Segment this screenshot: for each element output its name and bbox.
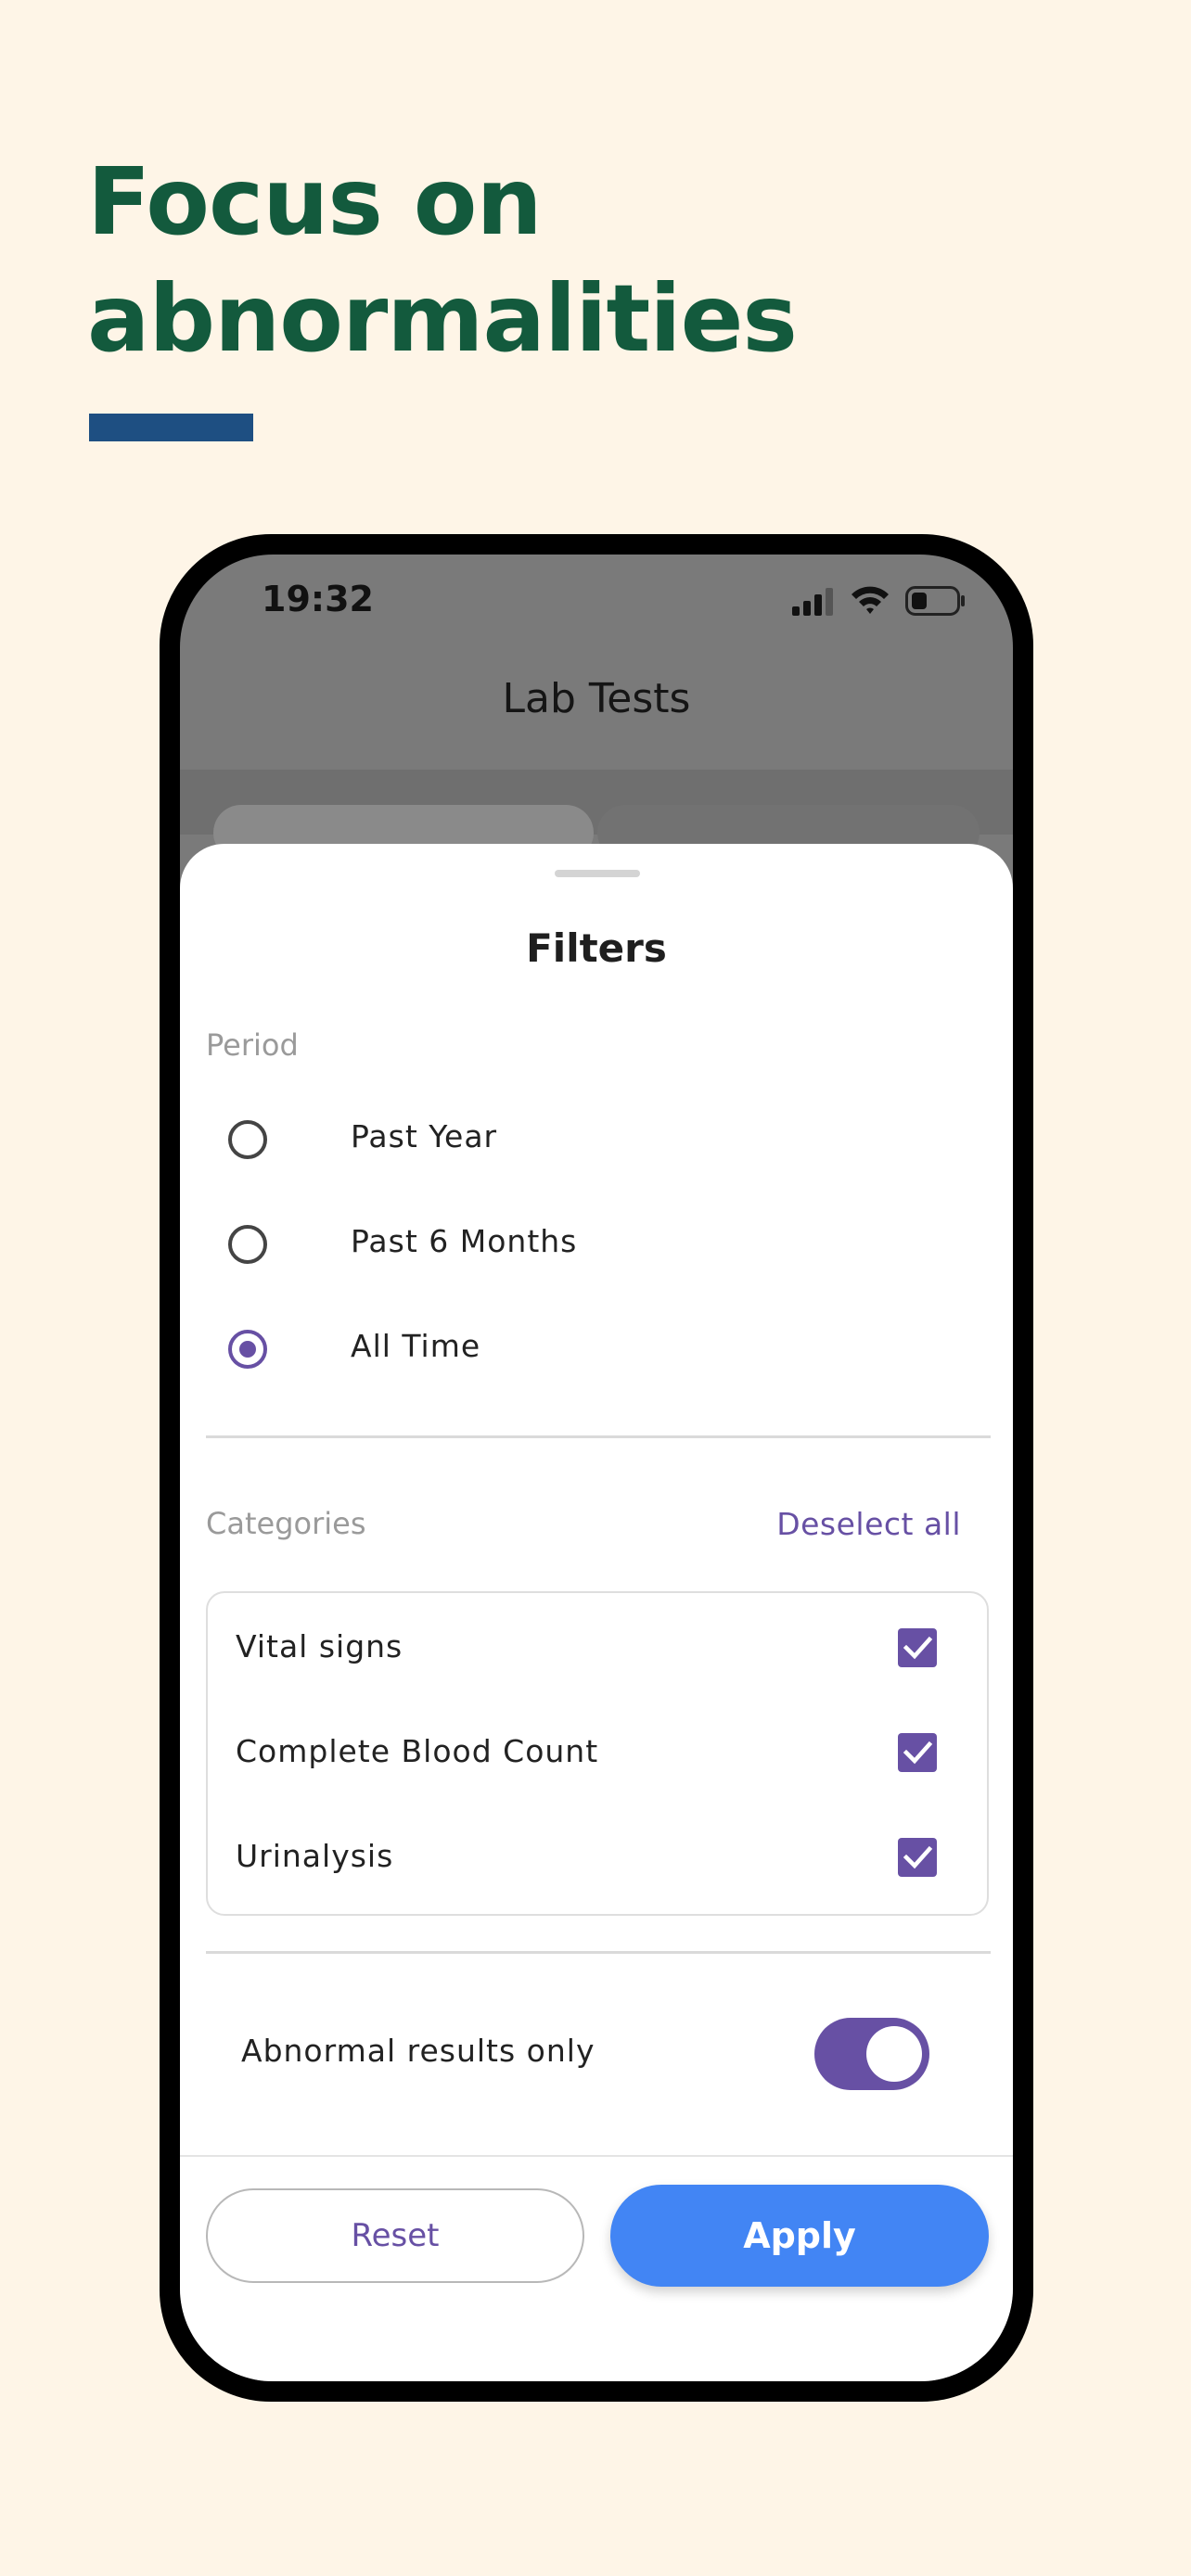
category-label: Vital signs bbox=[236, 1628, 403, 1664]
category-label: Complete Blood Count bbox=[236, 1733, 599, 1769]
period-option-label: All Time bbox=[351, 1328, 481, 1364]
radio-unselected-icon[interactable] bbox=[228, 1225, 267, 1264]
app-bar-title: Lab Tests bbox=[502, 675, 691, 722]
category-urinalysis[interactable]: Urinalysis bbox=[208, 1832, 987, 1888]
categories-label: Categories bbox=[206, 1506, 366, 1541]
drag-handle[interactable] bbox=[555, 870, 640, 877]
headline-line-2: abnormalities bbox=[87, 264, 798, 373]
phone-frame: 19:32 Lab Tests Filters Period Past Year… bbox=[160, 534, 1033, 2402]
abnormal-only-toggle[interactable] bbox=[814, 2018, 929, 2090]
section-divider bbox=[206, 1951, 991, 1954]
abnormal-only-label: Abnormal results only bbox=[241, 2033, 596, 2069]
checkbox-checked-icon[interactable] bbox=[898, 1628, 937, 1667]
section-divider bbox=[206, 1435, 991, 1438]
categories-list: Vital signs Complete Blood Count Urinaly… bbox=[206, 1591, 989, 1916]
checkbox-checked-icon[interactable] bbox=[898, 1733, 937, 1772]
headline-line-1: Focus on bbox=[87, 147, 543, 256]
category-vital-signs[interactable]: Vital signs bbox=[208, 1623, 987, 1678]
cellular-signal-icon bbox=[792, 588, 833, 616]
sheet-title: Filters bbox=[526, 925, 667, 971]
status-bar: 19:32 bbox=[180, 555, 1013, 657]
status-time: 19:32 bbox=[262, 579, 374, 619]
period-label: Period bbox=[206, 1027, 299, 1063]
filters-bottom-sheet: Filters Period Past Year Past 6 Months A… bbox=[180, 844, 1013, 2381]
apply-button[interactable]: Apply bbox=[610, 2185, 989, 2287]
period-option-all-time[interactable]: All Time bbox=[228, 1320, 970, 1376]
headline: Focus on abnormalities bbox=[87, 144, 798, 377]
deselect-all-button[interactable]: Deselect all bbox=[776, 1506, 961, 1542]
period-option-past-6-months[interactable]: Past 6 Months bbox=[228, 1216, 970, 1271]
category-label: Urinalysis bbox=[236, 1838, 394, 1874]
radio-selected-icon[interactable] bbox=[228, 1330, 267, 1369]
category-complete-blood-count[interactable]: Complete Blood Count bbox=[208, 1728, 987, 1783]
checkbox-checked-icon[interactable] bbox=[898, 1838, 937, 1877]
battery-icon bbox=[905, 586, 965, 616]
toggle-knob bbox=[866, 2026, 922, 2082]
footer-divider bbox=[180, 2155, 1013, 2157]
wifi-icon bbox=[852, 586, 889, 614]
radio-unselected-icon[interactable] bbox=[228, 1120, 267, 1159]
accent-bar bbox=[89, 414, 253, 441]
phone-screen: 19:32 Lab Tests Filters Period Past Year… bbox=[180, 555, 1013, 2381]
period-option-past-year[interactable]: Past Year bbox=[228, 1111, 970, 1167]
period-option-label: Past Year bbox=[351, 1118, 498, 1154]
period-option-label: Past 6 Months bbox=[351, 1223, 578, 1259]
reset-button[interactable]: Reset bbox=[206, 2188, 584, 2283]
